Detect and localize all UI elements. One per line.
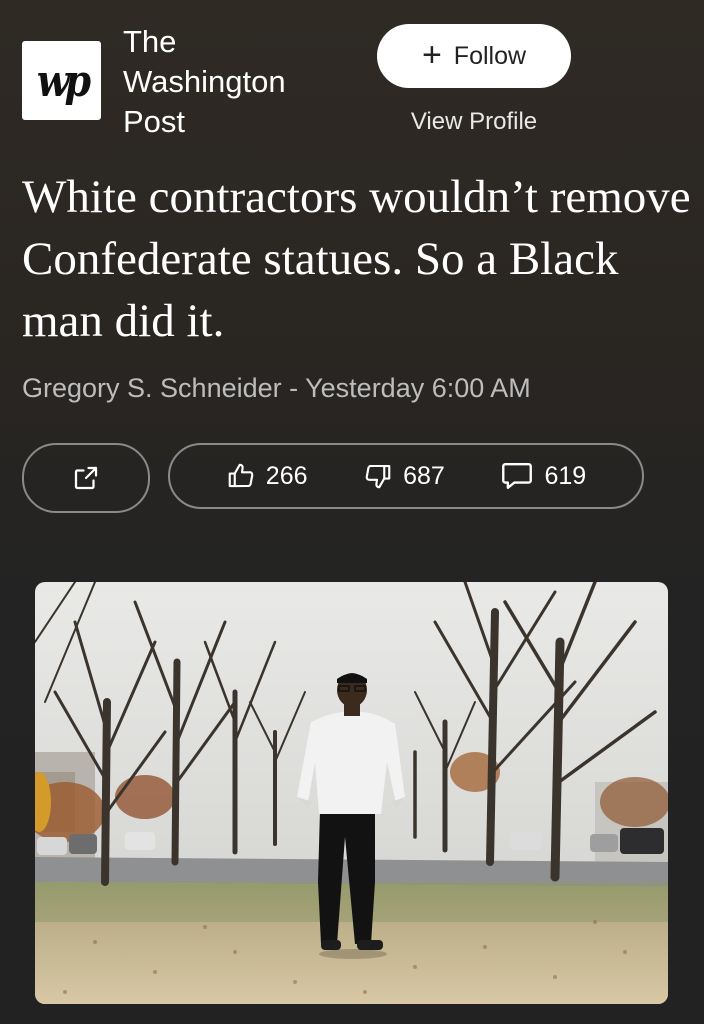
like-count: 266 — [265, 461, 308, 490]
comment-icon — [500, 460, 534, 492]
publisher-name-line: The — [123, 24, 177, 59]
share-button[interactable] — [22, 443, 150, 513]
article-photo[interactable] — [35, 582, 668, 1004]
publisher-name[interactable]: The Washington Post — [123, 22, 343, 142]
dislike-count: 687 — [403, 461, 445, 490]
follow-button[interactable]: + Follow — [377, 24, 571, 88]
article-headline[interactable]: White contractors wouldn’t remove Confed… — [22, 166, 692, 352]
plus-icon: + — [421, 35, 442, 74]
thumbs-up-icon — [226, 461, 256, 491]
publisher-logo[interactable]: wp — [22, 41, 101, 120]
publisher-name-line: Post — [123, 104, 186, 139]
dislike-button[interactable]: 687 — [363, 461, 445, 491]
article-byline: Gregory S. Schneider - Yesterday 6:00 AM — [22, 373, 531, 403]
follow-label: Follow — [453, 41, 527, 70]
publisher-name-line: Washington — [123, 64, 286, 99]
comment-count: 619 — [544, 461, 587, 490]
logo-text: wp — [36, 54, 91, 107]
reaction-bar: 266 687 619 — [168, 443, 644, 509]
like-button[interactable]: 266 — [226, 461, 308, 491]
photo-illustration — [35, 582, 668, 1004]
publisher-header: wp The Washington Post + Follow View Pro… — [22, 22, 682, 142]
thumbs-down-icon — [363, 461, 393, 491]
share-icon — [71, 463, 101, 493]
comment-button[interactable]: 619 — [500, 460, 586, 492]
view-profile-link[interactable]: View Profile — [377, 108, 571, 136]
